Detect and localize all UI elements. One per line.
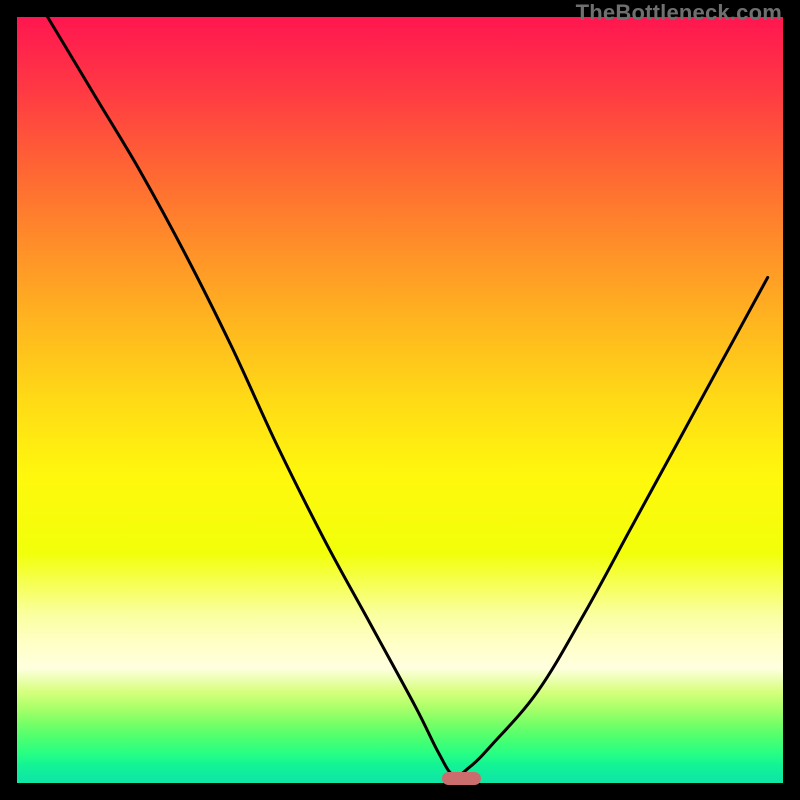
watermark-text: TheBottleneck.com — [576, 0, 782, 26]
bottleneck-curve — [17, 17, 783, 783]
curve-path — [48, 17, 768, 776]
optimal-marker — [442, 772, 481, 785]
plot-area — [17, 17, 783, 783]
